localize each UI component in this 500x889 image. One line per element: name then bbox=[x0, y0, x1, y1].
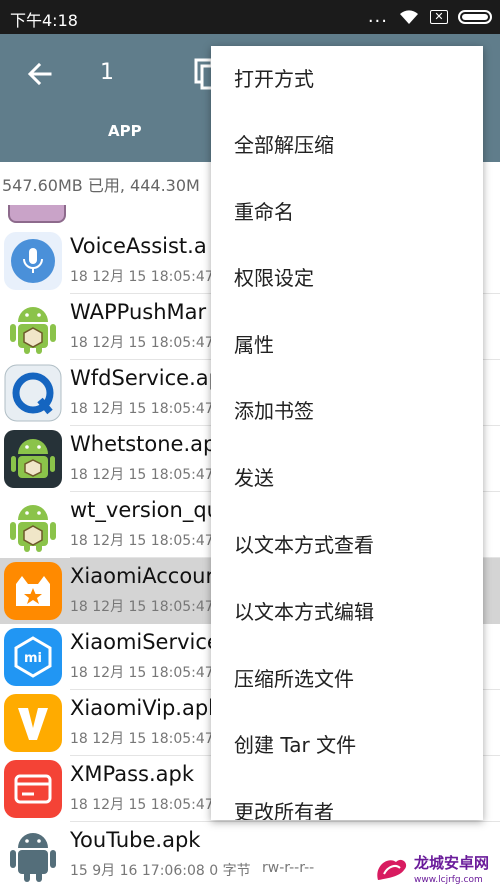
file-name: Whetstone.ap bbox=[70, 432, 217, 456]
context-menu: 打开方式 全部解压缩 重命名 权限设定 属性 添加书签 发送 以文本方式查看 以… bbox=[211, 46, 483, 820]
menu-item-edit-as-text[interactable]: 以文本方式编辑 bbox=[211, 579, 483, 645]
menu-item-rename[interactable]: 重命名 bbox=[211, 179, 483, 245]
wifi-icon bbox=[400, 10, 418, 24]
file-meta: 18 12月 15 18:05:47 bbox=[70, 269, 214, 285]
xiaomi-account-icon bbox=[4, 562, 62, 620]
back-arrow-icon[interactable] bbox=[24, 58, 56, 90]
file-meta: 18 12月 15 18:05:47 bbox=[70, 731, 214, 747]
file-name: YouTube.apk bbox=[70, 828, 201, 852]
watermark-url: www.lcjrfg.com bbox=[414, 875, 483, 885]
menu-item-extract-all[interactable]: 全部解压缩 bbox=[211, 112, 483, 178]
xiaomi-service-icon: mi bbox=[4, 628, 62, 686]
file-meta: 18 12月 15 18:05:47 bbox=[70, 335, 214, 351]
android-icon bbox=[10, 307, 56, 354]
menu-item-change-owner[interactable]: 更改所有者 bbox=[211, 779, 483, 820]
file-meta: 18 12月 15 18:05:47 bbox=[70, 401, 214, 417]
svg-text:mi: mi bbox=[24, 651, 42, 666]
file-name: wt_version_qu bbox=[70, 498, 220, 522]
file-name: XiaomiAccour bbox=[70, 564, 215, 588]
battery-icon bbox=[458, 10, 492, 24]
file-name: VoiceAssist.a bbox=[70, 234, 207, 258]
partial-app-icon bbox=[8, 205, 66, 223]
menu-item-permissions[interactable]: 权限设定 bbox=[211, 245, 483, 311]
file-meta: 18 12月 15 18:05:47 bbox=[70, 467, 214, 483]
watermark-title: 龙城安卓网 bbox=[413, 854, 489, 872]
status-bar: 下午4:18 ... ✕ bbox=[0, 0, 500, 34]
file-meta: 18 12月 15 18:05:47 bbox=[70, 797, 214, 813]
xiaomi-vip-icon bbox=[4, 694, 62, 752]
file-meta: 15 9月 16 17:06:08 0 字节 bbox=[70, 863, 251, 879]
menu-item-send[interactable]: 发送 bbox=[211, 445, 483, 511]
file-name: XiaomiVip.apk bbox=[70, 696, 221, 720]
voice-assist-icon bbox=[4, 232, 62, 290]
status-icons: ... ✕ bbox=[368, 6, 492, 28]
file-name: WAPPushMar bbox=[70, 300, 207, 324]
menu-item-view-as-text[interactable]: 以文本方式查看 bbox=[211, 512, 483, 578]
file-name: WfdService.ap bbox=[70, 366, 222, 390]
xmpass-icon bbox=[4, 760, 62, 818]
more-dots: ... bbox=[367, 6, 388, 27]
file-meta: 18 12月 15 18:05:47 bbox=[70, 665, 214, 681]
menu-item-create-tar[interactable]: 创建 Tar 文件 bbox=[211, 712, 483, 778]
file-name: XMPass.apk bbox=[70, 762, 195, 786]
menu-item-open-with[interactable]: 打开方式 bbox=[211, 46, 483, 112]
menu-item-add-bookmark[interactable]: 添加书签 bbox=[211, 378, 483, 444]
menu-item-compress-selected[interactable]: 压缩所选文件 bbox=[211, 646, 483, 712]
status-time: 下午4:18 bbox=[10, 11, 78, 30]
no-sim-icon: ✕ bbox=[430, 10, 448, 24]
selected-count: 1 bbox=[100, 60, 114, 85]
android-icon bbox=[4, 430, 62, 488]
wfd-service-icon bbox=[4, 364, 62, 422]
tab-app[interactable]: APP bbox=[108, 122, 142, 140]
watermark-logo: 龙城安卓网 www.lcjrfg.com bbox=[377, 854, 489, 885]
android-icon bbox=[10, 505, 56, 552]
file-name: XiaomiService bbox=[70, 630, 220, 654]
android-icon bbox=[10, 833, 56, 882]
file-meta: 18 12月 15 18:05:47 bbox=[70, 599, 214, 615]
file-permissions: rw-r--r-- bbox=[262, 860, 315, 876]
menu-item-properties[interactable]: 属性 bbox=[211, 312, 483, 378]
file-meta: 18 12月 15 18:05:47 bbox=[70, 533, 214, 549]
